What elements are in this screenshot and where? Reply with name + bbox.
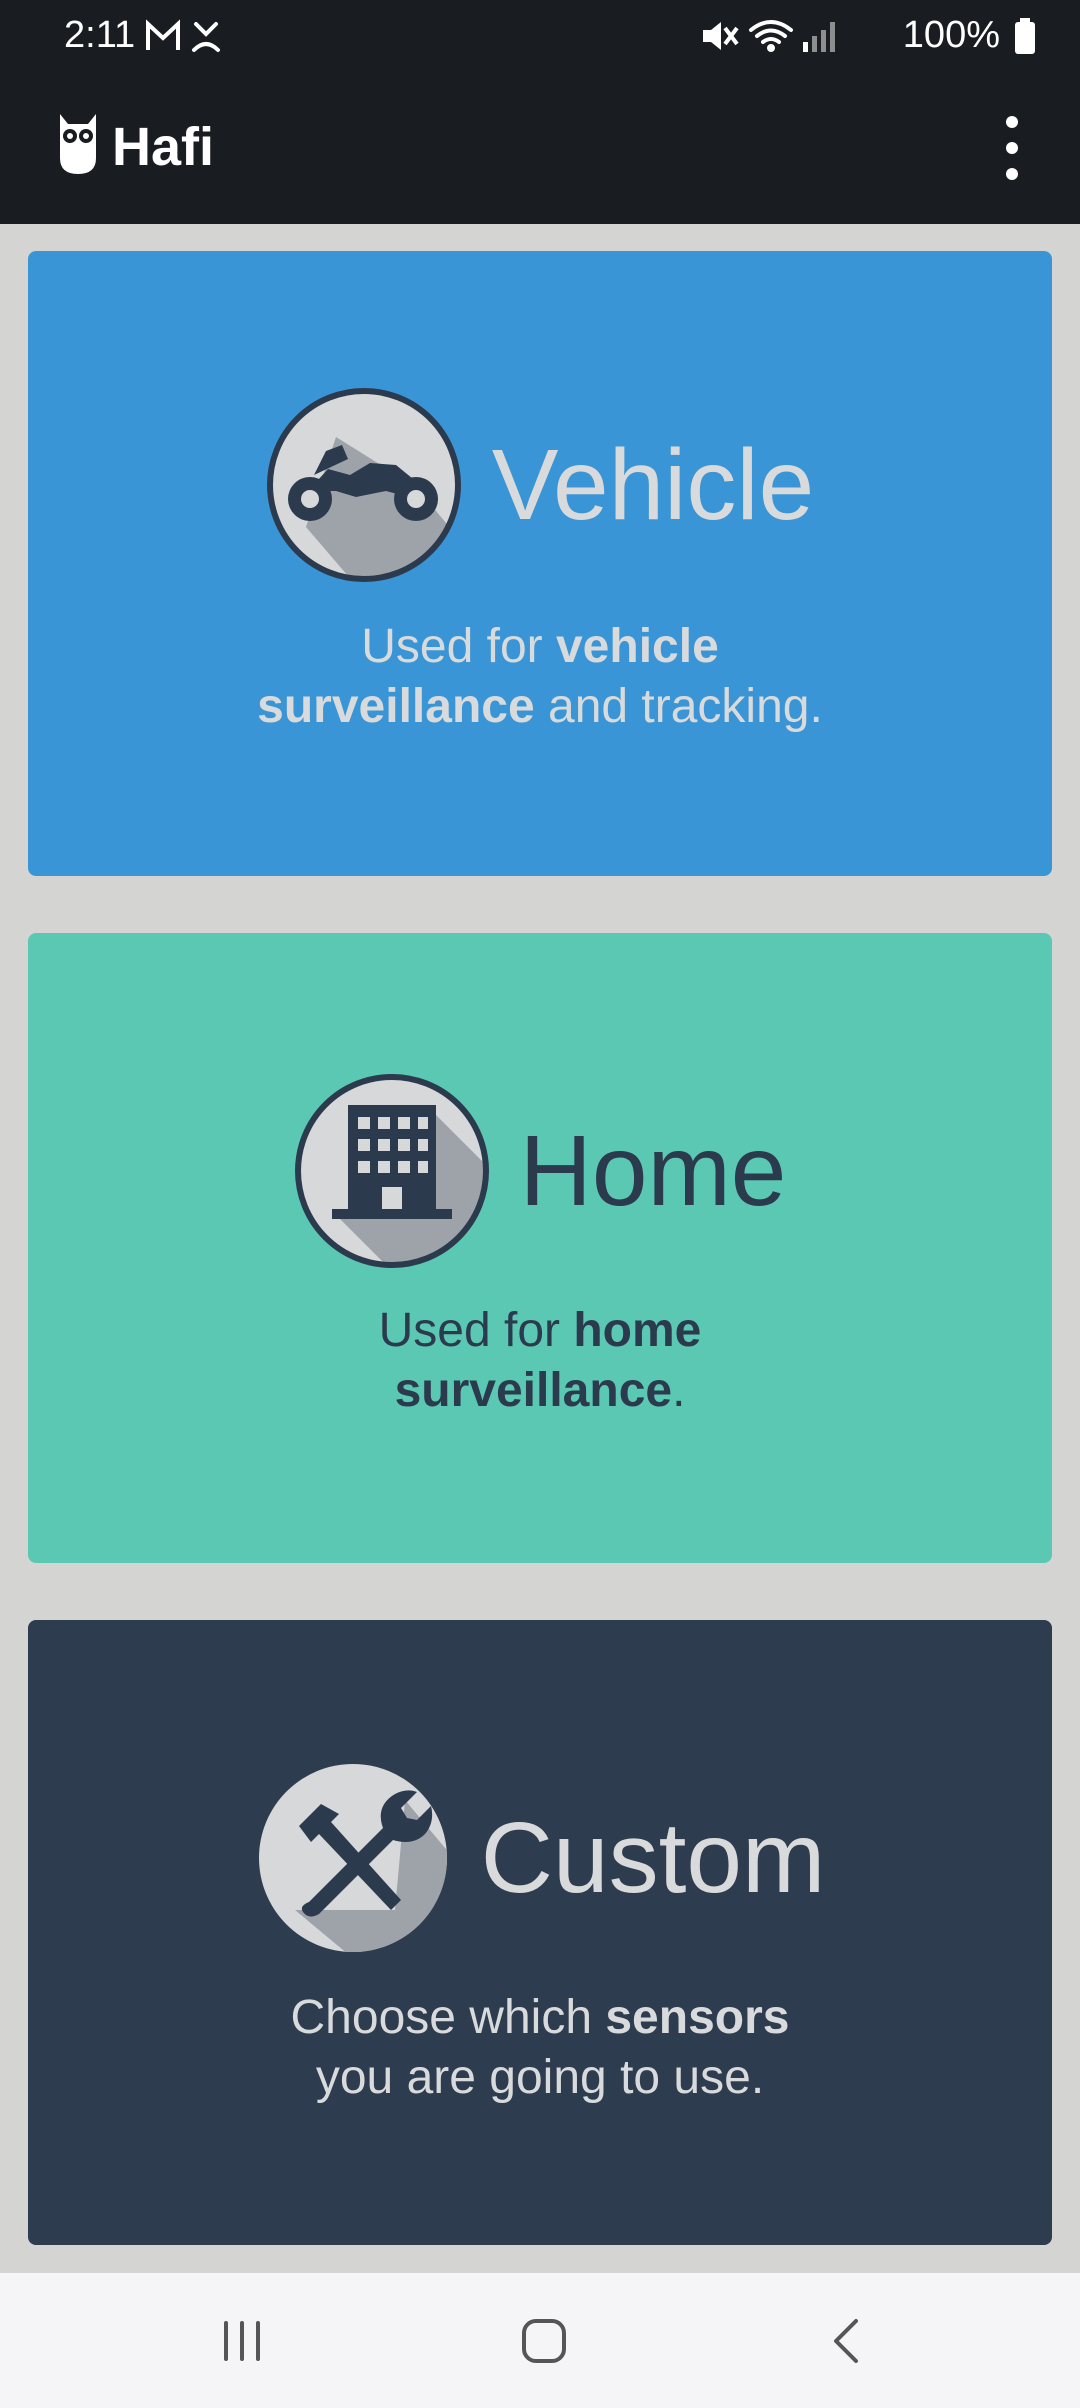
recents-icon — [224, 2321, 260, 2361]
recents-button[interactable] — [182, 2301, 302, 2381]
vehicle-card-description: Used for vehicle surveillance and tracki… — [28, 617, 1052, 737]
home-card[interactable]: Home Used for home surveillance. — [28, 933, 1052, 1563]
owl-logo-icon — [60, 114, 96, 174]
vehicle-desc-line1: Used for vehicle — [28, 617, 1052, 677]
status-bar: 2:11 100% — [0, 0, 1080, 72]
overflow-dot — [1006, 168, 1018, 180]
desc-bold: sensors — [605, 1991, 790, 2044]
vehicle-desc-line2: surveillance and tracking. — [28, 677, 1052, 737]
home-desc-line1: Used for home — [28, 1301, 1052, 1361]
custom-card-description: Choose which sensors you are going to us… — [28, 1988, 1052, 2108]
home-button[interactable] — [484, 2301, 604, 2381]
status-system-icons — [702, 19, 835, 52]
mute-icon — [702, 21, 739, 50]
home-desc-line2: surveillance. — [28, 1361, 1052, 1421]
status-right: 100% — [699, 14, 1036, 57]
custom-desc-line2: you are going to use. — [28, 2048, 1052, 2108]
building-icon — [294, 1074, 489, 1268]
desc-text: Used for — [378, 1304, 574, 1357]
custom-desc-line1: Choose which sensors — [28, 1988, 1052, 2048]
desc-text: Used for — [361, 620, 556, 673]
home-icon — [522, 2319, 566, 2363]
desc-text: you are going to use. — [315, 2051, 765, 2104]
signal-icon — [802, 21, 835, 52]
desc-text: . — [672, 1364, 686, 1417]
home-card-header: Home — [28, 1073, 1052, 1269]
vehicle-card-header: Vehicle — [28, 387, 1052, 583]
motorcycle-icon — [266, 388, 461, 582]
status-time: 2:11 — [64, 14, 136, 56]
system-nav-bar — [0, 2273, 1080, 2408]
custom-card-title: Custom — [480, 1802, 826, 1914]
overflow-dot — [1006, 116, 1018, 128]
overflow-dot — [1006, 142, 1018, 154]
gmail-icon — [146, 19, 180, 50]
battery-icon — [1015, 17, 1035, 54]
vehicle-card[interactable]: Vehicle Used for vehicle surveillance an… — [28, 251, 1052, 876]
back-button[interactable] — [786, 2301, 906, 2381]
back-icon — [834, 2319, 858, 2363]
home-card-description: Used for home surveillance. — [28, 1301, 1052, 1421]
home-card-title: Home — [519, 1115, 787, 1227]
custom-card-header: Custom — [28, 1760, 1052, 1956]
desc-bold: surveillance — [257, 680, 535, 733]
desc-bold: vehicle — [555, 620, 719, 673]
overflow-menu-button[interactable] — [988, 116, 1036, 180]
battery-percent: 100% — [902, 14, 1000, 56]
status-notification-icons — [146, 16, 236, 61]
app-title: Hafi — [112, 117, 215, 177]
vehicle-card-title: Vehicle — [491, 429, 815, 541]
desc-text: and tracking. — [534, 680, 823, 733]
missed-call-icon — [192, 22, 220, 52]
app-bar: Hafi — [0, 72, 1080, 224]
desc-bold: surveillance — [394, 1364, 673, 1417]
tools-icon — [258, 1764, 447, 1952]
desc-bold: home — [573, 1304, 702, 1357]
desc-text: Choose which — [290, 1991, 606, 2044]
wifi-icon — [748, 19, 793, 52]
custom-card[interactable]: Custom Choose which sensors you are goin… — [28, 1620, 1052, 2245]
